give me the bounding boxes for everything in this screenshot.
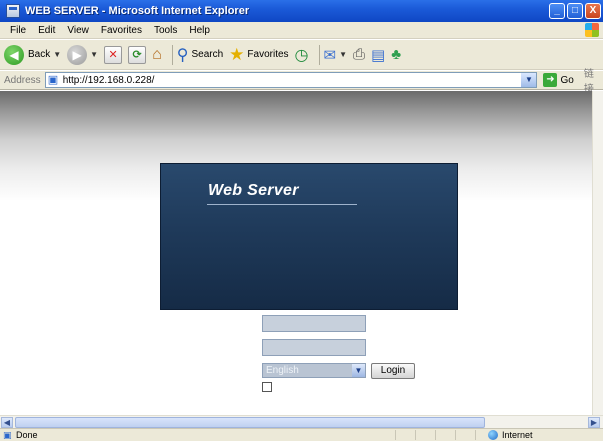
horizontal-scrollbar[interactable]: ◀ ▶ [0, 415, 603, 428]
forward-button[interactable]: ▶ ▼ [67, 44, 98, 65]
address-dropdown-icon[interactable]: ▼ [521, 73, 537, 87]
address-url[interactable]: http://192.168.0.228/ [63, 75, 155, 86]
title-divider [207, 204, 357, 205]
status-divider [395, 430, 396, 440]
page-done-icon: ▣ [3, 430, 12, 440]
status-bar: ▣ Done Internet [0, 428, 603, 441]
scroll-right-icon[interactable]: ▶ [588, 417, 600, 428]
menu-file[interactable]: File [4, 25, 32, 36]
window-title: WEB SERVER - Microsoft Internet Explorer [25, 5, 250, 17]
address-label: Address [4, 74, 41, 86]
mail-dropdown-icon[interactable]: ▼ [339, 50, 347, 59]
messenger-icon: ♣ [391, 46, 402, 63]
home-icon: ⌂ [152, 45, 162, 63]
login-button[interactable]: Login [371, 363, 415, 379]
minimize-button[interactable]: _ [549, 3, 565, 19]
language-select[interactable]: English ▼ [262, 363, 366, 378]
windows-logo-icon [585, 23, 599, 37]
menu-bar: File Edit View Favorites Tools Help [0, 22, 603, 39]
back-dropdown-icon[interactable]: ▼ [53, 50, 61, 59]
mail-icon: ✉ [323, 46, 337, 64]
maximize-button[interactable]: □ [567, 3, 583, 19]
go-button[interactable]: ➜ Go [543, 73, 574, 87]
messenger-button[interactable]: ♣ [391, 46, 401, 63]
back-arrow-icon: ◀ [4, 44, 24, 65]
language-label: Language: [212, 367, 260, 378]
scroll-left-icon[interactable]: ◀ [1, 417, 13, 428]
edit-page-button[interactable]: ▤ [371, 46, 385, 64]
login-panel: Web Server User Name: Password: [160, 163, 458, 310]
status-text: Done [16, 430, 38, 440]
status-divider [475, 430, 476, 440]
close-button[interactable]: X [585, 3, 601, 19]
zone-label: Internet [502, 430, 533, 440]
history-button[interactable]: ◷ [295, 45, 309, 65]
language-dropdown-icon[interactable]: ▼ [352, 364, 365, 377]
scroll-thumb[interactable] [15, 417, 485, 428]
favorites-button[interactable]: ★ Favorites [229, 45, 288, 65]
status-divider [415, 430, 416, 440]
toolbar-separator [171, 44, 173, 65]
user-name-field[interactable] [262, 315, 366, 332]
go-arrow-icon: ➜ [543, 73, 558, 87]
login-title: Web Server [208, 182, 299, 199]
stop-button[interactable]: ✕ [104, 45, 123, 64]
stop-icon: ✕ [104, 45, 123, 64]
window-controls: _ □ X [549, 3, 601, 19]
refresh-button[interactable]: ⟳ [128, 45, 147, 64]
search-button[interactable]: ⚲ Search [177, 45, 223, 65]
go-label: Go [560, 74, 574, 86]
ie-app-icon[interactable] [6, 4, 20, 18]
password-label-text: Password: [213, 345, 260, 356]
favorites-label: Favorites [247, 49, 289, 60]
menu-edit[interactable]: Edit [32, 25, 61, 36]
standard-toolbar: ◀ Back ▼ ▶ ▼ ✕ ⟳ ⌂ ⚲ Search ★ Favorites … [0, 40, 603, 70]
menu-favorites[interactable]: Favorites [95, 25, 148, 36]
address-input[interactable]: ▣ http://192.168.0.228/ ▼ [44, 72, 538, 88]
save-password-row: Save Password [262, 381, 344, 392]
globe-icon [488, 430, 498, 440]
printer-icon: ⎙ [353, 46, 366, 63]
user-name-label: User Name: [206, 320, 260, 331]
history-icon: ◷ [294, 46, 309, 64]
home-button[interactable]: ⌂ [152, 46, 162, 64]
search-icon: ⚲ [176, 46, 189, 64]
save-password-label: Save Password [275, 381, 345, 392]
page-icon: ▣ [47, 74, 59, 86]
vertical-scrollbar[interactable] [592, 91, 603, 415]
forward-arrow-icon: ▶ [67, 44, 88, 65]
toolbar-separator [318, 44, 320, 65]
menu-help[interactable]: Help [183, 25, 216, 36]
menu-view[interactable]: View [61, 25, 95, 36]
address-bar: Address ▣ http://192.168.0.228/ ▼ ➜ Go 链… [0, 69, 603, 95]
search-label: Search [191, 49, 224, 60]
password-field[interactable] [262, 339, 366, 356]
edit-page-icon: ▤ [371, 46, 386, 64]
status-divider [435, 430, 436, 440]
back-button[interactable]: ◀ Back ▼ [4, 44, 61, 65]
back-label: Back [28, 49, 51, 60]
refresh-icon: ⟳ [128, 45, 147, 64]
mail-button[interactable]: ✉ ▼ [324, 46, 348, 64]
language-selected-value: English [266, 365, 299, 376]
status-divider [455, 430, 456, 440]
menu-tools[interactable]: Tools [148, 25, 183, 36]
security-zone[interactable]: Internet [488, 429, 533, 441]
star-icon: ★ [229, 44, 245, 64]
title-bar[interactable]: WEB SERVER - Microsoft Internet Explorer… [0, 0, 603, 22]
forward-dropdown-icon[interactable]: ▼ [90, 50, 98, 59]
print-button[interactable]: ⎙ [353, 46, 365, 63]
save-password-checkbox[interactable] [262, 381, 272, 392]
